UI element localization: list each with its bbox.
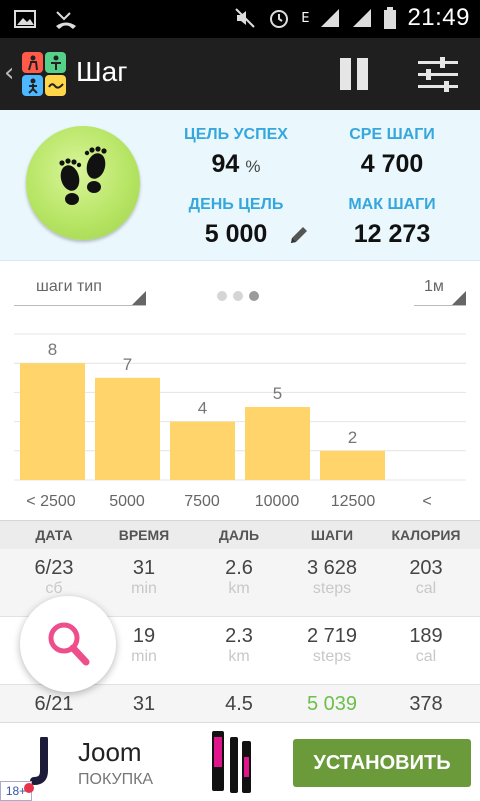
row-steps-unit: steps <box>312 580 352 597</box>
col-header-steps[interactable]: ШАГИ <box>284 527 380 543</box>
gallery-icon <box>14 10 36 28</box>
status-bar: E 21:49 <box>0 0 480 38</box>
app-bar: ‹ Шаг <box>0 38 480 110</box>
max-steps-stat: МАК ШАГИ 12 273 <box>322 196 462 249</box>
edit-pencil-icon[interactable] <box>288 224 310 246</box>
col-header-distance[interactable]: ДАЛЬ <box>191 527 287 543</box>
row-time: 31 <box>132 693 156 715</box>
alarm-icon <box>270 10 289 28</box>
row-distance: 2.6 <box>225 557 253 579</box>
battery-icon <box>384 7 397 29</box>
chart-controls: шаги тип 1м <box>0 260 480 320</box>
chart-bar[interactable] <box>95 377 160 480</box>
network-type: E <box>301 10 310 26</box>
max-steps-label: МАК ШАГИ <box>348 196 436 213</box>
row-distance: 4.5 <box>225 693 253 715</box>
signal-icon-2 <box>353 9 372 27</box>
row-time: 31 <box>132 557 156 579</box>
signal-icon <box>321 9 340 27</box>
install-button[interactable]: УСТАНОВИТЬ <box>293 739 471 787</box>
row-distance-unit: km <box>228 648 250 665</box>
ad-banner[interactable]: Joom ПОКУПКА УСТАНОВИТЬ 18+ <box>0 722 480 801</box>
pause-icon-bar-right <box>357 58 368 90</box>
steps-histogram-chart: 8 7 4 5 2 <box>14 333 466 481</box>
day-goal-value: 5 000 <box>204 220 268 248</box>
day-goal-label: ДЕНЬ ЦЕЛЬ <box>188 196 284 213</box>
goal-success-value: 94 <box>211 150 240 178</box>
chart-x-tick-label: 7500 <box>184 493 220 510</box>
chart-x-tick-label: < <box>422 493 432 510</box>
table-header: ДАТА ВРЕМЯ ДАЛЬ ШАГИ КАЛОРИЯ <box>0 520 480 549</box>
chart-bar[interactable] <box>20 363 85 480</box>
step-type-dropdown[interactable]: шаги тип <box>14 275 146 306</box>
row-distance: 2.3 <box>225 625 253 647</box>
settings-sliders-button[interactable] <box>416 56 460 94</box>
chart-bar[interactable] <box>320 450 385 480</box>
chart-x-tick-label: 10000 <box>254 493 300 510</box>
row-calories: 203 <box>409 557 443 579</box>
mute-icon <box>235 8 255 28</box>
row-distance-unit: km <box>228 580 250 597</box>
chart-x-tick-label: < 2500 <box>26 493 76 510</box>
chart-x-tick-label: 5000 <box>109 493 145 510</box>
app-logo-icon[interactable] <box>22 52 66 96</box>
pause-button[interactable] <box>336 58 372 92</box>
row-date: 6/21 <box>34 693 74 715</box>
clock: 21:49 <box>407 4 470 31</box>
sliders-icon <box>418 57 458 92</box>
page-dot[interactable] <box>233 291 243 301</box>
row-steps: 2 719 <box>306 625 358 647</box>
page-dot[interactable] <box>217 291 227 301</box>
step-type-dropdown-label: шаги тип <box>36 278 102 295</box>
app-title: Шаг <box>76 56 128 87</box>
row-steps-unit: steps <box>312 648 352 665</box>
period-dropdown-label: 1м <box>424 278 444 295</box>
chart-data-label: 7 <box>123 355 132 374</box>
missed-call-icon <box>56 11 76 29</box>
row-steps: 3 628 <box>306 557 358 579</box>
goal-success-stat: ЦЕЛЬ УСПЕХ 94% <box>166 126 306 179</box>
search-icon <box>48 622 90 666</box>
goal-success-label: ЦЕЛЬ УСПЕХ <box>184 126 288 143</box>
chart-bar[interactable] <box>170 421 235 480</box>
chart-bar[interactable] <box>245 407 310 480</box>
mascara-product-image <box>212 731 251 793</box>
chart-data-label: 4 <box>198 399 207 418</box>
dropdown-arrow-icon <box>132 291 146 305</box>
chart-x-tick-label: 12500 <box>330 493 376 510</box>
day-goal-stat[interactable]: ДЕНЬ ЦЕЛЬ 5 000 <box>166 196 306 249</box>
avg-steps-stat: СРЕ ШАГИ 4 700 <box>322 126 462 179</box>
ad-dot-icon <box>24 783 34 793</box>
goal-success-unit: % <box>245 157 261 176</box>
dropdown-arrow-icon <box>452 291 466 305</box>
avg-steps-value: 4 700 <box>360 150 424 178</box>
col-header-time[interactable]: ВРЕМЯ <box>96 527 192 543</box>
col-header-calories[interactable]: КАЛОРИЯ <box>378 527 474 543</box>
row-steps-goal-met: 5 039 <box>306 693 358 715</box>
col-header-date[interactable]: ДАТА <box>6 527 102 543</box>
period-dropdown[interactable]: 1м <box>414 275 466 306</box>
summary-panel: ЦЕЛЬ УСПЕХ 94% СРЕ ШАГИ 4 700 ДЕНЬ ЦЕЛЬ … <box>0 110 480 261</box>
chart-data-label: 8 <box>48 340 57 359</box>
page-indicator <box>217 291 259 301</box>
row-calories: 189 <box>409 625 443 647</box>
search-fab-button[interactable] <box>20 596 116 692</box>
chart-data-label: 5 <box>273 384 282 403</box>
footsteps-start-button[interactable] <box>26 126 140 240</box>
chart-x-axis-labels: < 2500 5000 7500 10000 12500 < <box>0 493 480 515</box>
back-icon[interactable]: ‹ <box>4 58 14 88</box>
max-steps-value: 12 273 <box>353 220 431 248</box>
pause-icon-bar-left <box>340 58 351 90</box>
ad-subtitle: ПОКУПКА <box>78 771 154 788</box>
page-dot-active[interactable] <box>249 291 259 301</box>
row-calories-unit: cal <box>415 580 437 597</box>
avg-steps-label: СРЕ ШАГИ <box>349 126 435 143</box>
row-calories-unit: cal <box>415 648 437 665</box>
row-date: 6/23 <box>34 557 74 579</box>
row-calories: 378 <box>409 693 443 715</box>
chart-data-label: 2 <box>348 428 357 447</box>
footsteps-icon <box>59 146 107 205</box>
ad-brand-name: Joom <box>78 737 142 767</box>
